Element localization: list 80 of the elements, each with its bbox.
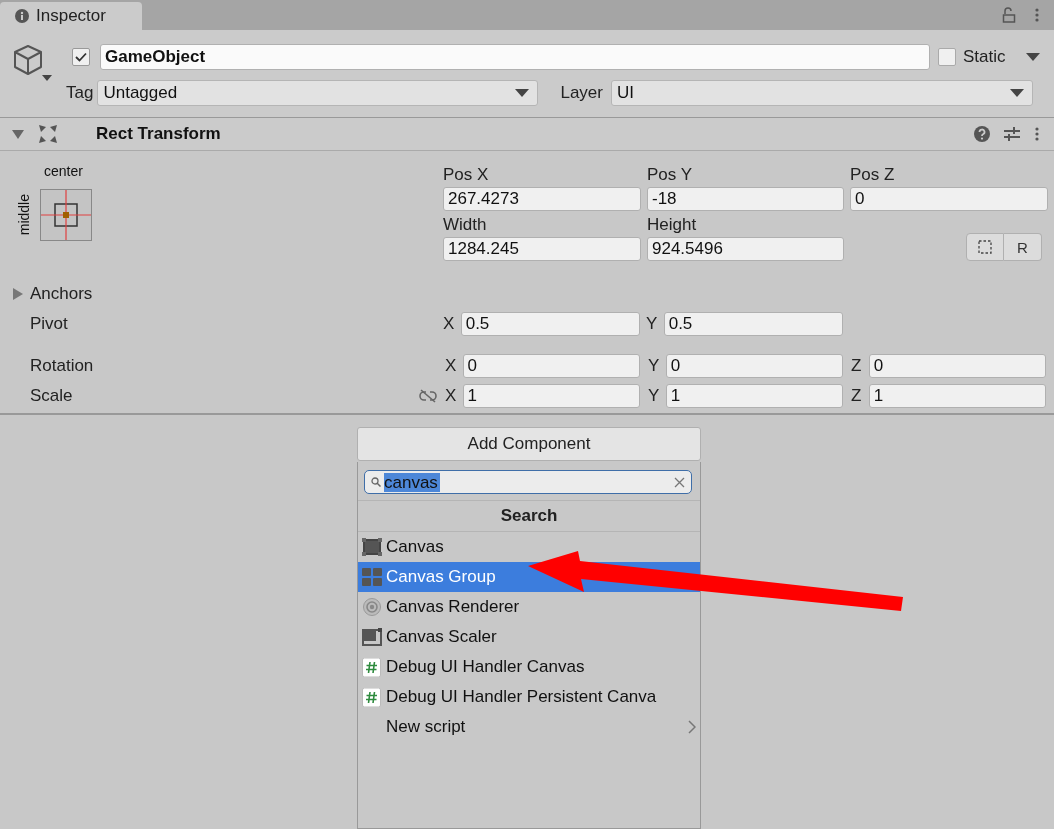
axis-label: X xyxy=(443,314,456,334)
dropdown-arrow-icon xyxy=(1025,53,1040,61)
search-field[interactable]: canvas xyxy=(364,470,692,494)
number-field[interactable]: 0 xyxy=(462,354,640,378)
layer-label: Layer xyxy=(560,83,603,103)
axis-label: Y xyxy=(647,356,661,376)
sliders-icon xyxy=(1004,126,1020,142)
layer-dropdown[interactable]: UI xyxy=(610,80,1033,106)
four-arrows-icon xyxy=(38,124,58,144)
component-list-item[interactable]: Canvas Scaler xyxy=(358,622,700,652)
axis-label: Z xyxy=(851,386,863,406)
axis-label: X xyxy=(444,386,458,406)
component-list-item[interactable]: Canvas xyxy=(358,532,700,562)
number-field[interactable]: 0 xyxy=(868,354,1046,378)
anchor-preset-button[interactable] xyxy=(40,189,92,241)
four-squares-icon xyxy=(362,567,382,587)
hash-script-icon xyxy=(362,657,382,677)
axis-label: Y xyxy=(646,314,659,334)
more-options-icon xyxy=(1034,7,1040,23)
number-field[interactable]: -18 xyxy=(647,187,844,211)
raw-edit-button[interactable]: R xyxy=(1004,233,1042,261)
field-label: Pos Y xyxy=(647,165,694,185)
axis-label: Z xyxy=(851,356,863,376)
expanded-triangle-icon[interactable] xyxy=(12,128,24,140)
field-label: Pos Z xyxy=(850,165,896,185)
number-field[interactable]: 0 xyxy=(850,187,1048,211)
number-field[interactable]: 924.5496 xyxy=(647,237,844,261)
number-field[interactable]: 1 xyxy=(462,384,640,408)
static-label: Static xyxy=(963,47,1006,67)
checkmark-icon xyxy=(75,52,87,62)
broken-link-icon xyxy=(418,389,437,403)
component-list-item[interactable]: Canvas Renderer xyxy=(358,592,700,622)
inspector-tab[interactable]: Inspector xyxy=(0,2,142,30)
clear-icon xyxy=(674,476,685,488)
anchor-horizontal-label: center xyxy=(44,163,84,181)
number-field[interactable]: 0.5 xyxy=(460,312,640,336)
add-component-button[interactable]: Add Component xyxy=(357,427,701,461)
name-field[interactable]: GameObject xyxy=(100,44,930,70)
blueprint-mode-button[interactable] xyxy=(966,233,1004,261)
concentric-circles-icon xyxy=(362,597,382,617)
field-label: Height xyxy=(647,215,698,235)
number-field[interactable]: 0.5 xyxy=(663,312,843,336)
cube-icon xyxy=(12,43,52,83)
anchor-preset-icon xyxy=(41,190,91,240)
axis-label: X xyxy=(444,356,458,376)
tag-label: Tag xyxy=(66,83,94,103)
frame-icon xyxy=(362,537,382,557)
component-list-item[interactable]: Debug UI Handler Persistent Canva xyxy=(358,682,700,712)
collapsed-triangle-icon xyxy=(12,288,24,300)
field-label: Pos X xyxy=(443,165,490,185)
number-field[interactable]: 1 xyxy=(868,384,1046,408)
search-icon xyxy=(371,477,381,487)
hash-script-icon xyxy=(362,687,382,707)
help-icon xyxy=(974,126,990,142)
row-label: Rotation xyxy=(29,356,95,376)
dropdown-arrow-icon xyxy=(515,89,530,97)
row-label: Scale xyxy=(29,386,74,406)
number-field[interactable]: 1284.245 xyxy=(443,237,641,261)
static-checkbox[interactable] xyxy=(938,48,956,66)
number-field[interactable]: 267.4273 xyxy=(443,187,641,211)
component-list-item[interactable]: New script xyxy=(358,712,700,742)
active-checkbox[interactable] xyxy=(72,48,90,66)
scaled-window-icon xyxy=(362,627,382,647)
popup-header: Search xyxy=(358,500,700,532)
info-icon xyxy=(15,9,29,23)
row-label: Pivot xyxy=(29,314,69,334)
dropdown-arrow-icon xyxy=(1009,89,1024,97)
component-title: Rect Transform xyxy=(96,124,221,144)
tag-dropdown[interactable]: Untagged xyxy=(97,80,539,106)
chevron-right-icon xyxy=(688,720,696,734)
number-field[interactable]: 0 xyxy=(665,354,843,378)
anchors-foldout[interactable]: Anchors xyxy=(12,284,93,304)
component-list-item[interactable]: Debug UI Handler Canvas xyxy=(358,652,700,682)
number-field[interactable]: 1 xyxy=(665,384,843,408)
unlocked-padlock-icon xyxy=(1002,7,1016,23)
axis-label: Y xyxy=(647,386,661,406)
field-label: Width xyxy=(443,215,488,235)
dashed-square-icon xyxy=(978,240,992,254)
anchor-vertical-label: middle xyxy=(16,194,32,236)
more-options-icon xyxy=(1034,126,1040,142)
